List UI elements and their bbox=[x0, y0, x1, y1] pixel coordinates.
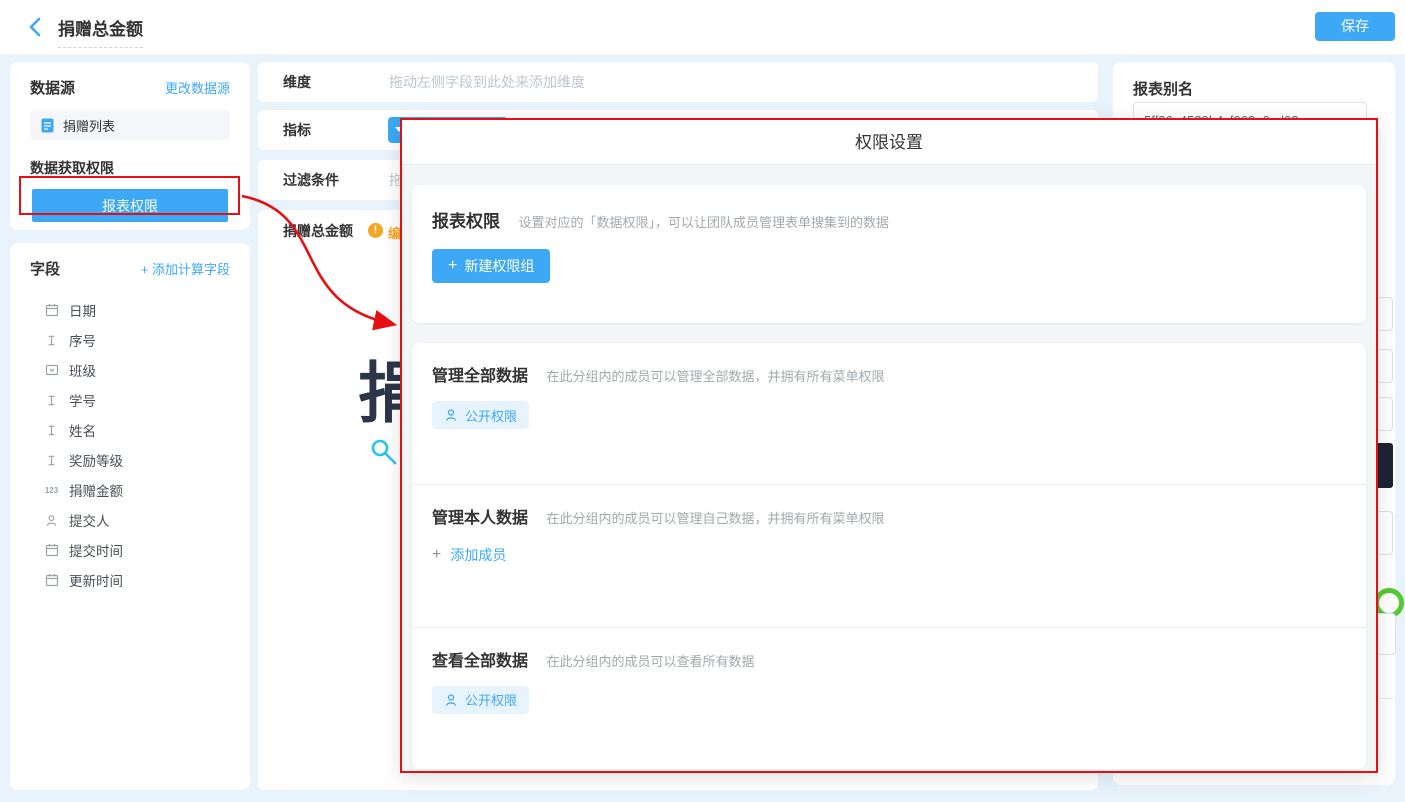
group-manage-all-data: 管理全部数据 在此分组内的成员可以管理全部数据，并拥有所有菜单权限 公开权限 bbox=[412, 343, 1366, 484]
group-title: 管理全部数据 bbox=[432, 368, 528, 385]
report-permission-button[interactable]: 报表权限 bbox=[32, 189, 228, 222]
permission-groups-card: 管理全部数据 在此分组内的成员可以管理全部数据，并拥有所有菜单权限 公开权限 管… bbox=[412, 343, 1366, 769]
group-title: 查看全部数据 bbox=[432, 653, 528, 670]
field-label: 姓名 bbox=[69, 420, 96, 440]
metric-label: 指标 bbox=[283, 120, 311, 140]
text-icon bbox=[44, 454, 59, 467]
calendar-icon bbox=[44, 303, 59, 317]
field-item-student-no[interactable]: 学号 bbox=[10, 385, 250, 415]
select-icon bbox=[44, 363, 59, 377]
plus-icon: + bbox=[141, 262, 149, 277]
report-permission-section: 报表权限 设置对应的「数据权限」，可以让团队成员管理表单搜集到的数据 + 新建权… bbox=[412, 185, 1366, 323]
field-label: 奖励等级 bbox=[69, 450, 123, 470]
report-alias-label: 报表别名 bbox=[1133, 78, 1193, 99]
text-icon bbox=[44, 334, 59, 347]
text-icon bbox=[44, 424, 59, 437]
field-label: 提交时间 bbox=[69, 540, 123, 560]
page-title: 捐赠总金额 bbox=[58, 15, 143, 48]
public-permission-badge[interactable]: 公开权限 bbox=[432, 401, 529, 429]
magnifier-icon[interactable] bbox=[370, 438, 398, 471]
field-label: 序号 bbox=[69, 330, 96, 350]
dimension-row: 维度 拖动左侧字段到此处来添加维度 bbox=[258, 62, 1098, 102]
document-icon bbox=[40, 118, 55, 133]
field-item-update-time[interactable]: 更新时间 bbox=[10, 565, 250, 595]
field-item-date[interactable]: 日期 bbox=[10, 295, 250, 325]
warning-icon: ! bbox=[368, 223, 383, 238]
change-datasource-link[interactable]: 更改数据源 bbox=[165, 78, 230, 97]
datasource-item-label: 捐赠列表 bbox=[63, 116, 115, 135]
field-label: 学号 bbox=[69, 390, 96, 410]
add-member-link[interactable]: + 添加成员 bbox=[432, 545, 506, 565]
section-title: 报表权限 bbox=[432, 212, 500, 231]
field-item-class[interactable]: 班级 bbox=[10, 355, 250, 385]
field-label: 班级 bbox=[69, 360, 96, 380]
field-label: 更新时间 bbox=[69, 570, 123, 590]
person-icon bbox=[444, 693, 458, 707]
datasource-panel: 数据源 更改数据源 捐赠列表 数据获取权限 报表权限 bbox=[10, 62, 250, 230]
chart-title-label: 捐赠总金额 bbox=[283, 221, 353, 241]
filter-label: 过滤条件 bbox=[283, 170, 339, 190]
field-label: 捐赠金额 bbox=[69, 480, 123, 500]
calendar-icon bbox=[44, 543, 59, 557]
add-calc-field-link[interactable]: + 添加计算字段 bbox=[141, 259, 230, 278]
field-item-serial[interactable]: 序号 bbox=[10, 325, 250, 355]
text-icon bbox=[44, 394, 59, 407]
person-icon bbox=[44, 514, 59, 527]
group-manage-own-data: 管理本人数据 在此分组内的成员可以管理自己数据，并拥有所有菜单权限 + 添加成员 bbox=[412, 484, 1366, 626]
app-window: 捐赠总金额 保存 数据源 更改数据源 捐赠列表 数据获取权限 报表权限 字段 +… bbox=[0, 0, 1405, 802]
permission-settings-modal: 权限设置 报表权限 设置对应的「数据权限」，可以让团队成员管理表单搜集到的数据 … bbox=[400, 118, 1378, 773]
group-view-all-data: 查看全部数据 在此分组内的成员可以查看所有数据 公开权限 bbox=[412, 627, 1366, 769]
top-bar: 捐赠总金额 保存 bbox=[0, 0, 1405, 55]
section-description: 设置对应的「数据权限」，可以让团队成员管理表单搜集到的数据 bbox=[518, 215, 889, 230]
field-label: 提交人 bbox=[69, 510, 110, 530]
field-item-name[interactable]: 姓名 bbox=[10, 415, 250, 445]
data-permission-title: 数据获取权限 bbox=[30, 158, 230, 178]
number-icon: 123 bbox=[44, 486, 59, 495]
public-permission-badge[interactable]: 公开权限 bbox=[432, 686, 529, 714]
new-permission-group-button[interactable]: + 新建权限组 bbox=[432, 249, 550, 283]
calendar-icon bbox=[44, 573, 59, 587]
back-icon[interactable] bbox=[24, 15, 48, 39]
plus-icon: + bbox=[448, 257, 457, 275]
datasource-item[interactable]: 捐赠列表 bbox=[30, 110, 230, 140]
person-icon bbox=[444, 408, 458, 422]
group-description: 在此分组内的成员可以查看所有数据 bbox=[546, 654, 754, 669]
save-button[interactable]: 保存 bbox=[1315, 12, 1395, 41]
field-item-submit-time[interactable]: 提交时间 bbox=[10, 535, 250, 565]
group-description: 在此分组内的成员可以管理自己数据，并拥有所有菜单权限 bbox=[546, 511, 884, 526]
group-description: 在此分组内的成员可以管理全部数据，并拥有所有菜单权限 bbox=[546, 369, 884, 384]
field-item-donation-amount[interactable]: 123 捐赠金额 bbox=[10, 475, 250, 505]
fields-panel: 字段 + 添加计算字段 日期 序号 班级 学号 姓名 奖励等级 123 bbox=[10, 243, 250, 790]
field-item-award-level[interactable]: 奖励等级 bbox=[10, 445, 250, 475]
field-item-submitter[interactable]: 提交人 bbox=[10, 505, 250, 535]
plus-icon: + bbox=[432, 546, 441, 564]
field-label: 日期 bbox=[69, 300, 96, 320]
group-title: 管理本人数据 bbox=[432, 510, 528, 527]
modal-title: 权限设置 bbox=[402, 120, 1376, 165]
fields-title: 字段 bbox=[30, 258, 60, 279]
datasource-title: 数据源 bbox=[30, 77, 75, 98]
dimension-dropzone[interactable]: 拖动左侧字段到此处来添加维度 bbox=[389, 72, 585, 92]
dimension-label: 维度 bbox=[283, 72, 311, 92]
